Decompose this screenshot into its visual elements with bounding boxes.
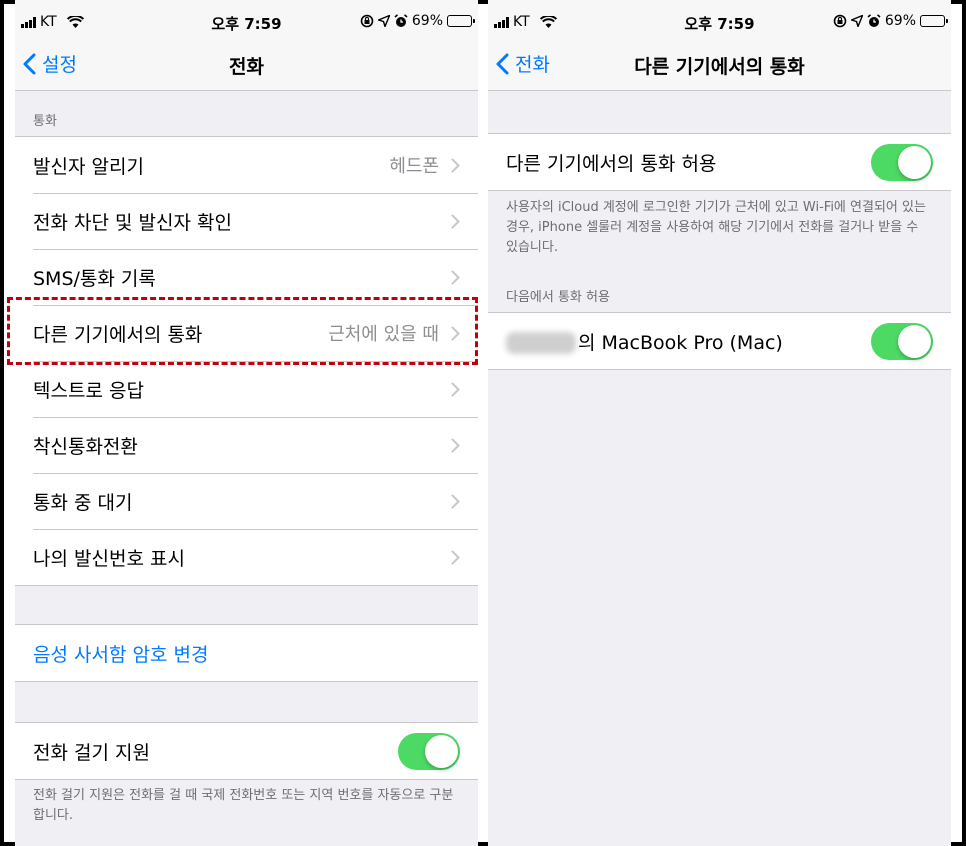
battery-icon [920,15,948,27]
allow-calls-toggle[interactable] [871,143,933,181]
row-call-waiting[interactable]: 통화 중 대기 [15,473,478,529]
rotation-lock-icon [833,14,847,28]
row-announce-calls[interactable]: 발신자 알리기 헤드폰 [15,137,478,193]
section-header-allow-on: 다음에서 통화 허용 [506,290,610,305]
row-dial-assist: 전화 걸기 지원 [15,723,478,779]
alarm-icon [394,14,408,27]
allow-calls-group: 다른 기기에서의 통화 허용 [488,133,951,191]
device-label-wrap: 의 MacBook Pro (Mac) [506,328,871,355]
chevron-right-icon [451,494,460,508]
toggle-knob [898,145,931,179]
page-title: 전화 [229,56,264,78]
status-bar: KT 오후 7:59 69% [488,0,951,40]
chevron-right-icon [451,550,460,564]
row-label: 전화 차단 및 발신자 확인 [33,211,232,234]
chevron-right-icon [451,438,460,452]
alarm-icon [867,14,881,27]
row-device-macbook: 의 MacBook Pro (Mac) [488,313,951,369]
location-icon [377,15,390,27]
battery-icon [447,15,475,27]
row-allow-calls-on-other-devices: 다른 기기에서의 통화 허용 [488,134,951,190]
page-title: 다른 기기에서의 통화 [634,56,805,78]
section-header-calls: 통화 [33,114,57,129]
rotation-lock-icon [360,14,374,28]
row-label: 통화 중 대기 [33,491,133,514]
toggle-knob [425,734,458,768]
change-voicemail-password-link[interactable]: 음성 사서함 암호 변경 [15,625,478,681]
row-call-forwarding[interactable]: 착신통화전환 [15,417,478,473]
battery-percent: 69% [884,13,916,29]
status-bar: KT 오후 7:59 69% [15,0,478,40]
macbook-toggle[interactable] [871,322,933,360]
row-show-caller-id[interactable]: 나의 발신번호 표시 [15,529,478,585]
calls-on-other-devices-screen: KT 오후 7:59 69% 전화 다른 기기에서의 통화 다른 기기에서의 통… [488,0,951,846]
row-label: 텍스트로 응답 [33,379,144,402]
row-label: 착신통화전환 [33,435,138,458]
chevron-right-icon [451,382,460,396]
devices-group: 의 MacBook Pro (Mac) [488,312,951,370]
navigation-bar: 설정 전화 [15,40,478,91]
row-call-blocking[interactable]: 전화 차단 및 발신자 확인 [15,193,478,249]
chevron-right-icon [451,158,460,172]
navigation-bar: 전화 다른 기기에서의 통화 [488,40,951,91]
link-label: 음성 사서함 암호 변경 [33,643,209,666]
battery-percent: 69% [411,13,443,29]
dial-assist-group: 전화 걸기 지원 [15,722,478,780]
allow-calls-footer: 사용자의 iCloud 계정에 로그인한 기기가 근처에 있고 Wi-Fi에 연… [506,200,926,255]
row-value: 헤드폰 [389,156,439,177]
voicemail-group: 음성 사서함 암호 변경 [15,624,478,682]
row-respond-with-text[interactable]: 텍스트로 응답 [15,361,478,417]
row-label: 발신자 알리기 [33,155,144,178]
phone-settings-screen: KT 오후 7:59 69% 설정 전화 통화 발신자 알리기 헤드폰 전화 차… [15,0,478,846]
status-right: 69% [360,13,475,29]
device-label: 의 MacBook Pro (Mac) [578,331,783,354]
toggle-knob [898,324,931,358]
row-label: 다른 기기에서의 통화 허용 [506,152,717,175]
highlight-annotation [7,297,478,365]
row-label: 나의 발신번호 표시 [33,547,185,570]
chevron-right-icon [451,270,460,284]
dial-assist-footer: 전화 걸기 지원은 전화를 걸 때 국제 전화번호 또는 지역 번호를 자동으로… [33,788,454,823]
status-right: 69% [833,13,948,29]
blurred-owner-name [506,332,576,354]
dial-assist-toggle[interactable] [398,732,460,770]
row-label: 전화 걸기 지원 [33,741,150,764]
chevron-right-icon [451,214,460,228]
row-label: SMS/통화 기록 [33,267,156,290]
location-icon [850,15,863,27]
